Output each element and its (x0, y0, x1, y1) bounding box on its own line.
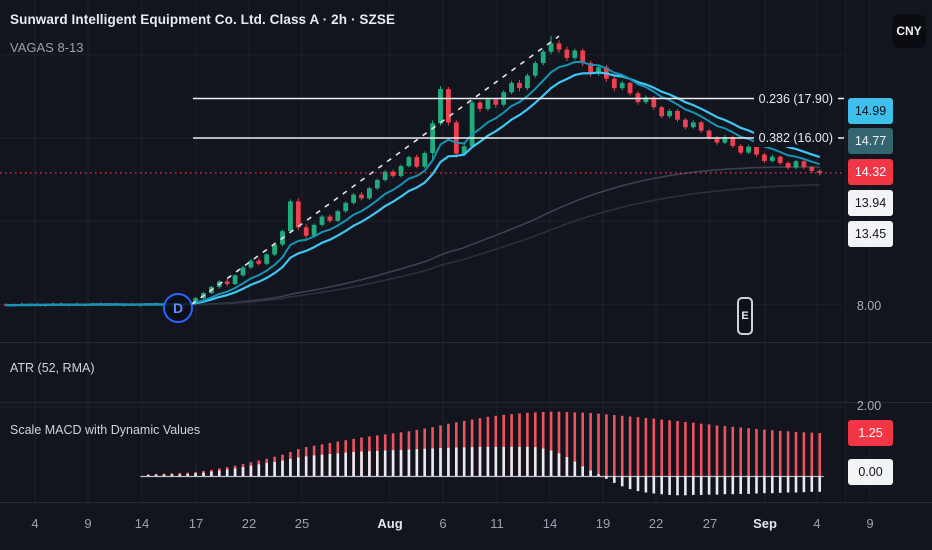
time-tick-22: 22 (241, 516, 257, 531)
chart-canvas[interactable] (0, 0, 932, 550)
time-tick-27: 27 (702, 516, 718, 531)
price-label-14.99: 14.99 (848, 98, 893, 124)
time-tick-6: 6 (439, 516, 447, 531)
time-tick-14: 14 (542, 516, 558, 531)
time-tick-25: 25 (294, 516, 310, 531)
price-label-0.00: 0.00 (848, 459, 893, 485)
time-tick-Aug: Aug (377, 516, 403, 531)
axis-tick-2.00: 2.00 (856, 399, 882, 413)
time-tick-14: 14 (134, 516, 150, 531)
price-label-13.45: 13.45 (848, 221, 893, 247)
price-label-14.77: 14.77 (848, 128, 893, 154)
fib-level-label-17.9: 0.236 (17.90) (753, 89, 838, 108)
time-tick-11: 11 (490, 516, 504, 531)
time-tick-Sep: Sep (753, 516, 777, 531)
indicator-legend-atr[interactable]: ATR (52, RMA) (10, 361, 95, 375)
time-tick-4: 4 (813, 516, 821, 531)
time-tick-19: 19 (595, 516, 611, 531)
time-tick-4: 4 (31, 516, 39, 531)
time-tick-9: 9 (84, 516, 92, 531)
indicator-legend-macd[interactable]: Scale MACD with Dynamic Values (10, 423, 200, 437)
price-axis[interactable]: 14.99 14.77 14.32 13.94 13.45 1.25 0.00 8.00 2.0… (844, 0, 932, 502)
currency-button[interactable]: CNY (892, 14, 926, 48)
time-tick-17: 17 (188, 516, 204, 531)
axis-tick-8.00: 8.00 (856, 299, 882, 313)
fib-level-label-16: 0.382 (16.00) (753, 129, 838, 147)
price-label-14.32: 14.32 (848, 159, 893, 185)
chart-marker-e[interactable]: E (737, 297, 753, 335)
symbol-title: Sunward Intelligent Equipment Co. Ltd. C… (10, 12, 396, 27)
chart-root: Sunward Intelligent Equipment Co. Ltd. C… (0, 0, 932, 550)
time-tick-22: 22 (648, 516, 664, 531)
chart-marker-d[interactable]: D (163, 293, 193, 323)
indicator-legend-vegas[interactable]: VAGAS 8-13 (10, 40, 83, 55)
price-label-13.94: 13.94 (848, 190, 893, 216)
price-label-1.25: 1.25 (848, 420, 893, 446)
time-tick-9: 9 (866, 516, 874, 531)
time-axis[interactable]: 4 9 14 17 22 25 Aug 6 11 14 19 22 27 Sep 4 9 (0, 502, 932, 550)
